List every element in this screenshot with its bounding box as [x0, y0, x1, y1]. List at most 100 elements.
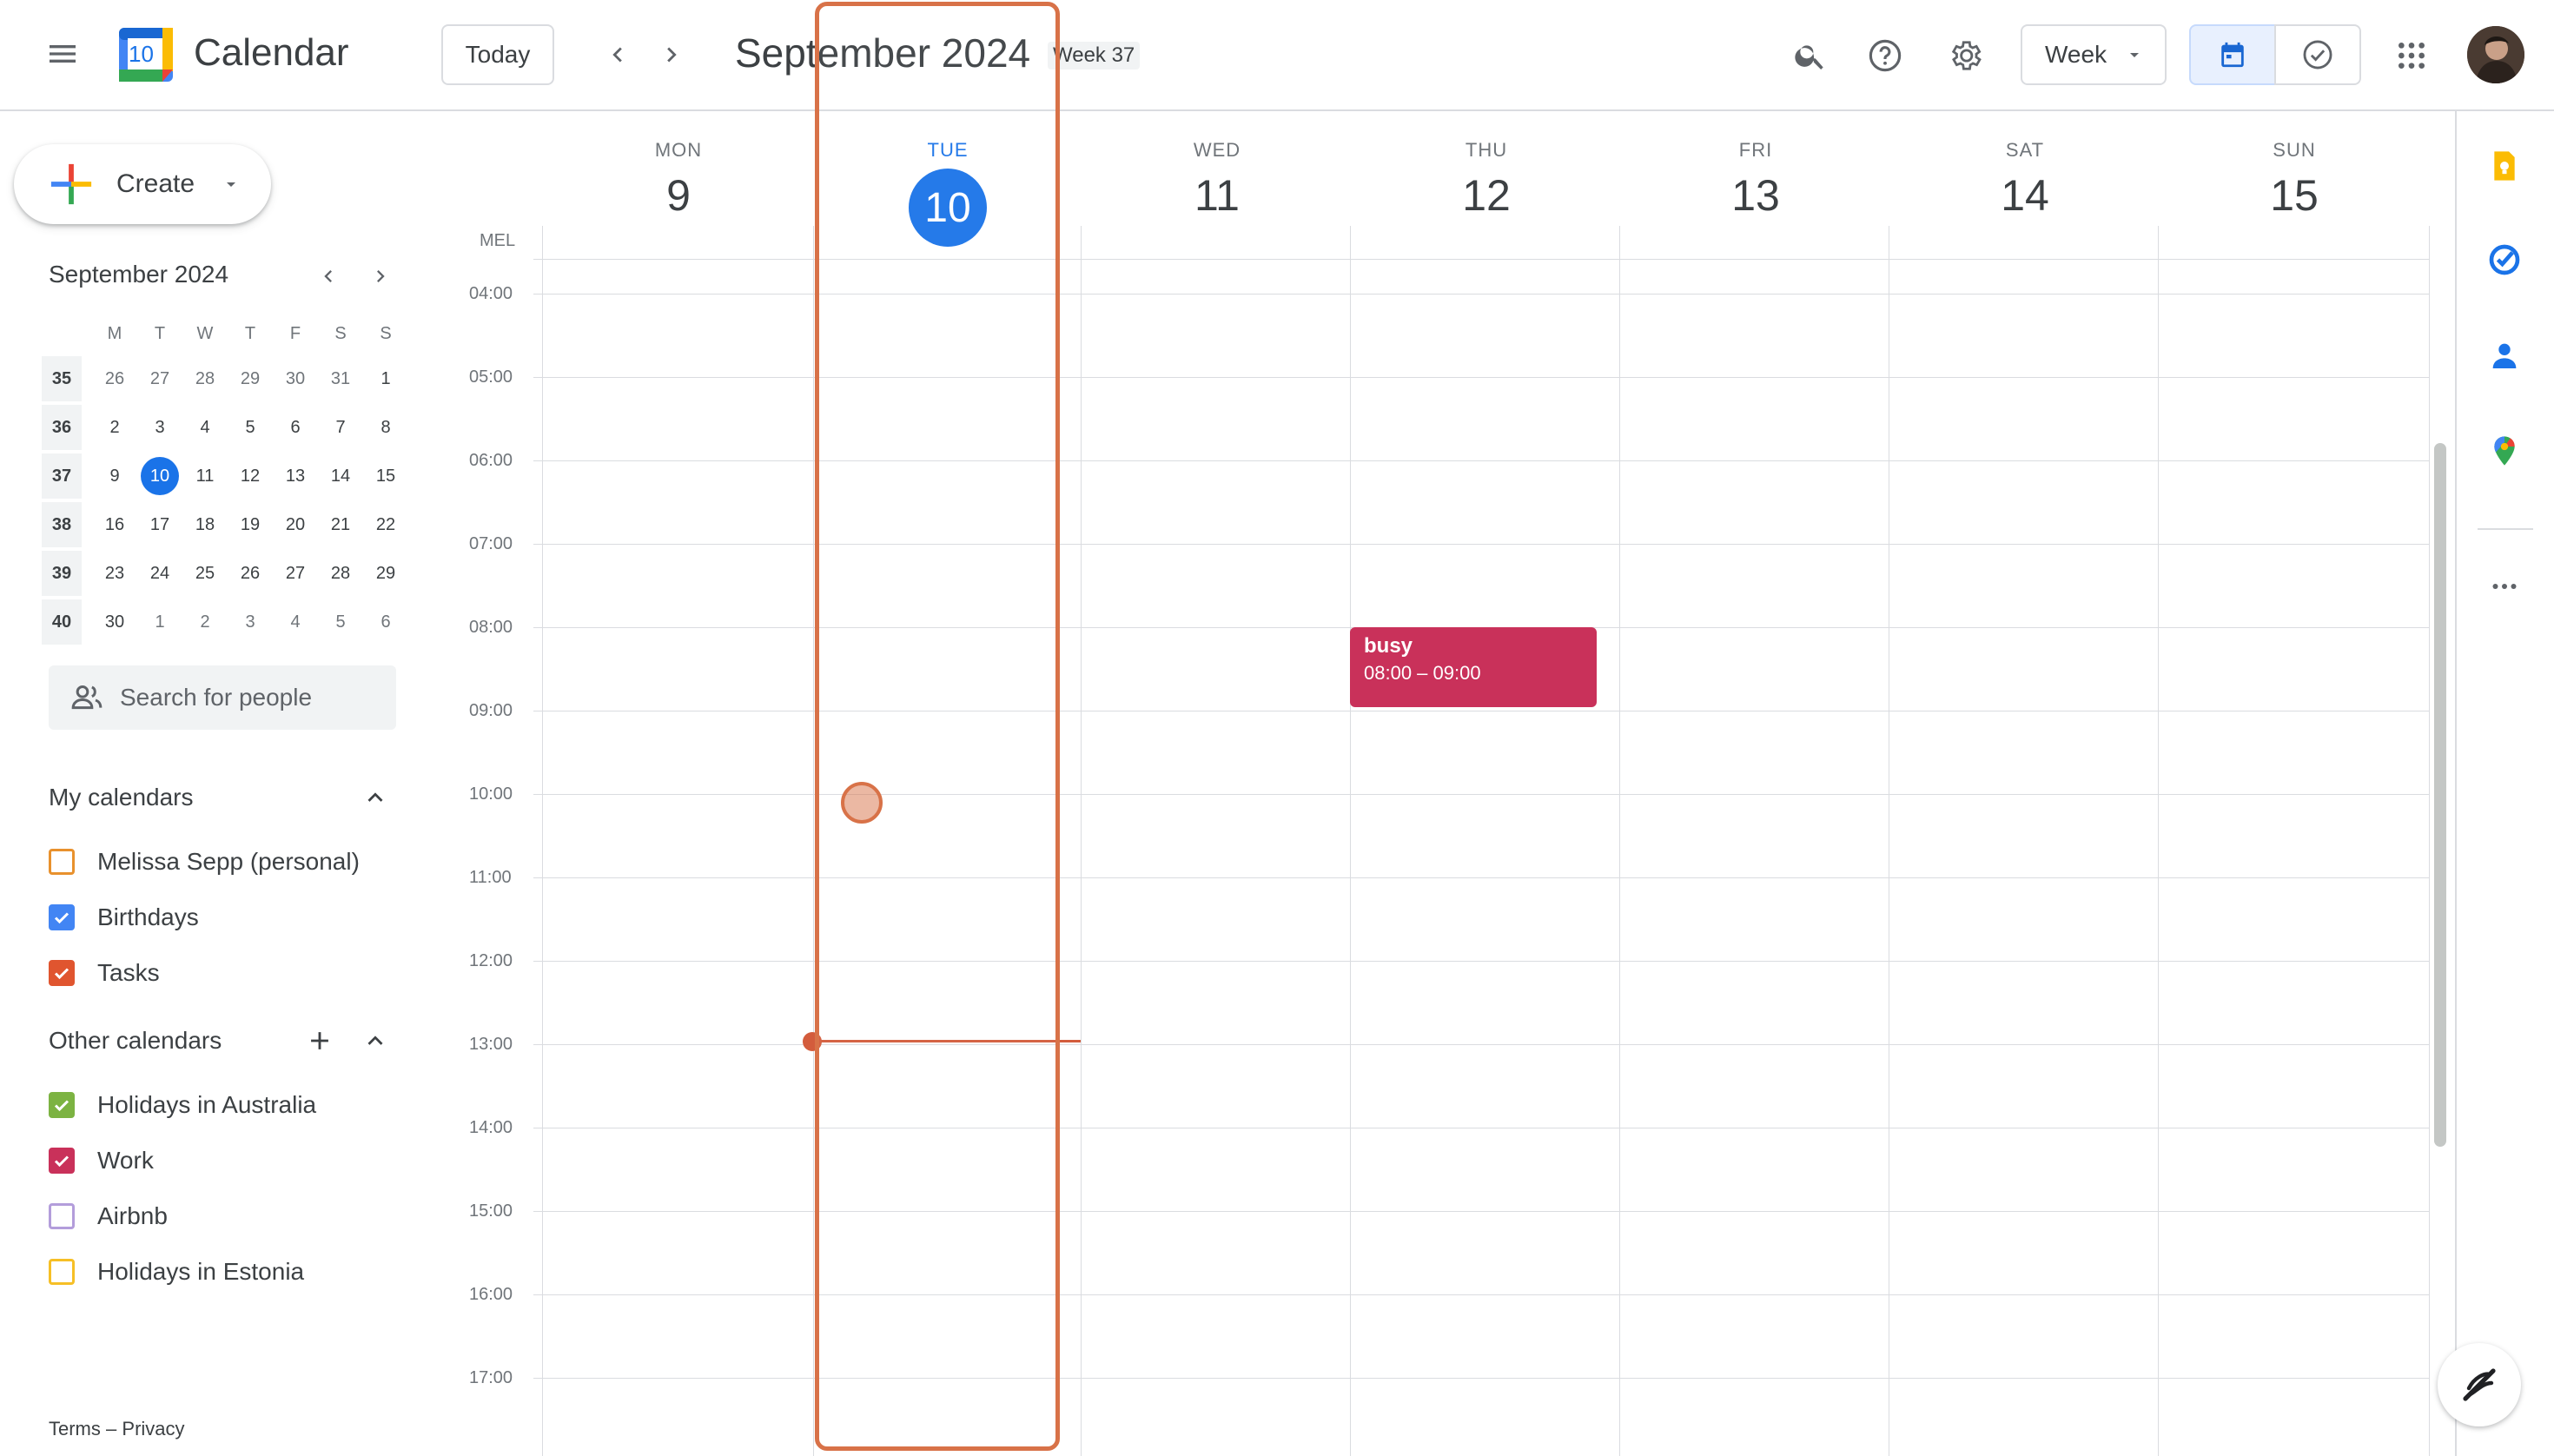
calendar-list-item[interactable]: Airbnb [49, 1188, 316, 1244]
tasks-view-toggle[interactable] [2274, 24, 2361, 85]
search-button[interactable] [1781, 26, 1840, 85]
privacy-link[interactable]: Privacy [122, 1418, 184, 1439]
my-calendars-collapse-button[interactable] [356, 778, 394, 817]
create-button[interactable]: Create [14, 144, 271, 224]
day-header-mon[interactable]: MON 9 [544, 139, 813, 221]
mini-day[interactable]: 19 [228, 502, 273, 547]
calendar-checkbox[interactable] [49, 1259, 75, 1285]
mini-day[interactable]: 5 [228, 405, 273, 450]
mini-day[interactable]: 21 [318, 502, 363, 547]
mini-day[interactable]: 26 [92, 356, 137, 401]
mini-day[interactable]: 10 [137, 453, 182, 499]
add-other-calendar-button[interactable] [301, 1022, 339, 1060]
other-calendars-collapse-button[interactable] [356, 1022, 394, 1060]
day-number[interactable]: 13 [1621, 170, 1890, 221]
terms-link[interactable]: Terms [49, 1418, 101, 1439]
mini-day[interactable]: 7 [318, 405, 363, 450]
mini-day[interactable]: 13 [273, 453, 318, 499]
mini-day[interactable]: 15 [363, 453, 408, 499]
mini-week-number[interactable]: 39 [42, 551, 82, 596]
mini-day[interactable]: 26 [228, 551, 273, 596]
calendar-checkbox[interactable] [49, 904, 75, 930]
mini-week-number[interactable]: 37 [42, 453, 82, 499]
main-menu-button[interactable] [31, 23, 94, 85]
mini-calendar-previous-button[interactable] [309, 257, 347, 295]
calendar-list-item[interactable]: Melissa Sepp (personal) [49, 834, 360, 890]
mini-day[interactable]: 30 [92, 599, 137, 645]
mini-day[interactable]: 22 [363, 502, 408, 547]
day-number[interactable]: 15 [2160, 170, 2429, 221]
mini-day[interactable]: 20 [273, 502, 318, 547]
my-calendars-title[interactable]: My calendars [49, 784, 194, 811]
mini-day[interactable]: 29 [228, 356, 273, 401]
calendar-list-item[interactable]: Holidays in Estonia [49, 1244, 316, 1300]
mini-day[interactable]: 1 [363, 356, 408, 401]
day-number[interactable]: 11 [1082, 170, 1352, 221]
mini-day[interactable]: 9 [92, 453, 137, 499]
day-number[interactable]: 14 [1890, 170, 2160, 221]
mini-day[interactable]: 31 [318, 356, 363, 401]
mini-day[interactable]: 18 [182, 502, 228, 547]
calendar-event[interactable]: busy 08:00 – 09:00 [1350, 627, 1597, 707]
keep-button[interactable] [2474, 136, 2535, 196]
calendar-list-item[interactable]: Tasks [49, 945, 360, 1001]
google-apps-button[interactable] [2382, 26, 2441, 85]
mini-calendar-next-button[interactable] [361, 257, 400, 295]
mini-day[interactable]: 14 [318, 453, 363, 499]
mini-day[interactable]: 24 [137, 551, 182, 596]
mini-day[interactable]: 3 [137, 405, 182, 450]
previous-week-button[interactable] [592, 30, 643, 80]
mini-day[interactable]: 23 [92, 551, 137, 596]
day-header-fri[interactable]: FRI 13 [1621, 139, 1890, 221]
mini-day[interactable]: 27 [273, 551, 318, 596]
maps-button[interactable] [2474, 420, 2535, 481]
day-header-thu[interactable]: THU 12 [1352, 139, 1621, 221]
mini-day[interactable]: 6 [363, 599, 408, 645]
mini-day[interactable]: 17 [137, 502, 182, 547]
other-calendars-title[interactable]: Other calendars [49, 1027, 222, 1055]
calendar-list-item[interactable]: Work [49, 1133, 316, 1188]
calendar-checkbox[interactable] [49, 1092, 75, 1118]
mini-day[interactable]: 6 [273, 405, 318, 450]
account-avatar[interactable] [2467, 26, 2524, 83]
day-header-sat[interactable]: SAT 14 [1890, 139, 2160, 221]
assistant-fab-button[interactable] [2438, 1343, 2521, 1426]
mini-day[interactable]: 4 [273, 599, 318, 645]
settings-button[interactable] [1935, 26, 1995, 85]
mini-week-number[interactable]: 40 [42, 599, 82, 645]
mini-day[interactable]: 3 [228, 599, 273, 645]
day-header-sun[interactable]: SUN 15 [2160, 139, 2429, 221]
mini-day[interactable]: 28 [182, 356, 228, 401]
day-header-wed[interactable]: WED 11 [1082, 139, 1352, 221]
mini-day[interactable]: 4 [182, 405, 228, 450]
more-addons-button[interactable] [2474, 556, 2535, 617]
mini-day[interactable]: 28 [318, 551, 363, 596]
mini-day[interactable]: 5 [318, 599, 363, 645]
calendar-checkbox[interactable] [49, 960, 75, 986]
mini-day[interactable]: 12 [228, 453, 273, 499]
day-number[interactable]: 12 [1352, 170, 1621, 221]
tasks-button[interactable] [2474, 229, 2535, 290]
contacts-button[interactable] [2474, 325, 2535, 386]
today-button[interactable]: Today [441, 24, 554, 85]
view-switcher[interactable]: Week [2021, 24, 2167, 85]
next-week-button[interactable] [646, 30, 697, 80]
mini-day[interactable]: 27 [137, 356, 182, 401]
mini-day[interactable]: 25 [182, 551, 228, 596]
calendar-list-item[interactable]: Holidays in Australia [49, 1077, 316, 1133]
calendar-view-toggle[interactable] [2189, 24, 2276, 85]
calendar-checkbox[interactable] [49, 1148, 75, 1174]
mini-day[interactable]: 11 [182, 453, 228, 499]
day-number[interactable]: 9 [544, 170, 813, 221]
mini-day[interactable]: 2 [92, 405, 137, 450]
mini-day[interactable]: 29 [363, 551, 408, 596]
mini-week-number[interactable]: 38 [42, 502, 82, 547]
search-people-input[interactable]: Search for people [49, 665, 396, 730]
mini-day[interactable]: 2 [182, 599, 228, 645]
calendar-checkbox[interactable] [49, 849, 75, 875]
grid-scrollbar[interactable] [2434, 443, 2446, 1147]
calendar-list-item[interactable]: Birthdays [49, 890, 360, 945]
calendar-logo[interactable]: 10 [117, 26, 175, 83]
mini-day[interactable]: 30 [273, 356, 318, 401]
mini-day[interactable]: 1 [137, 599, 182, 645]
